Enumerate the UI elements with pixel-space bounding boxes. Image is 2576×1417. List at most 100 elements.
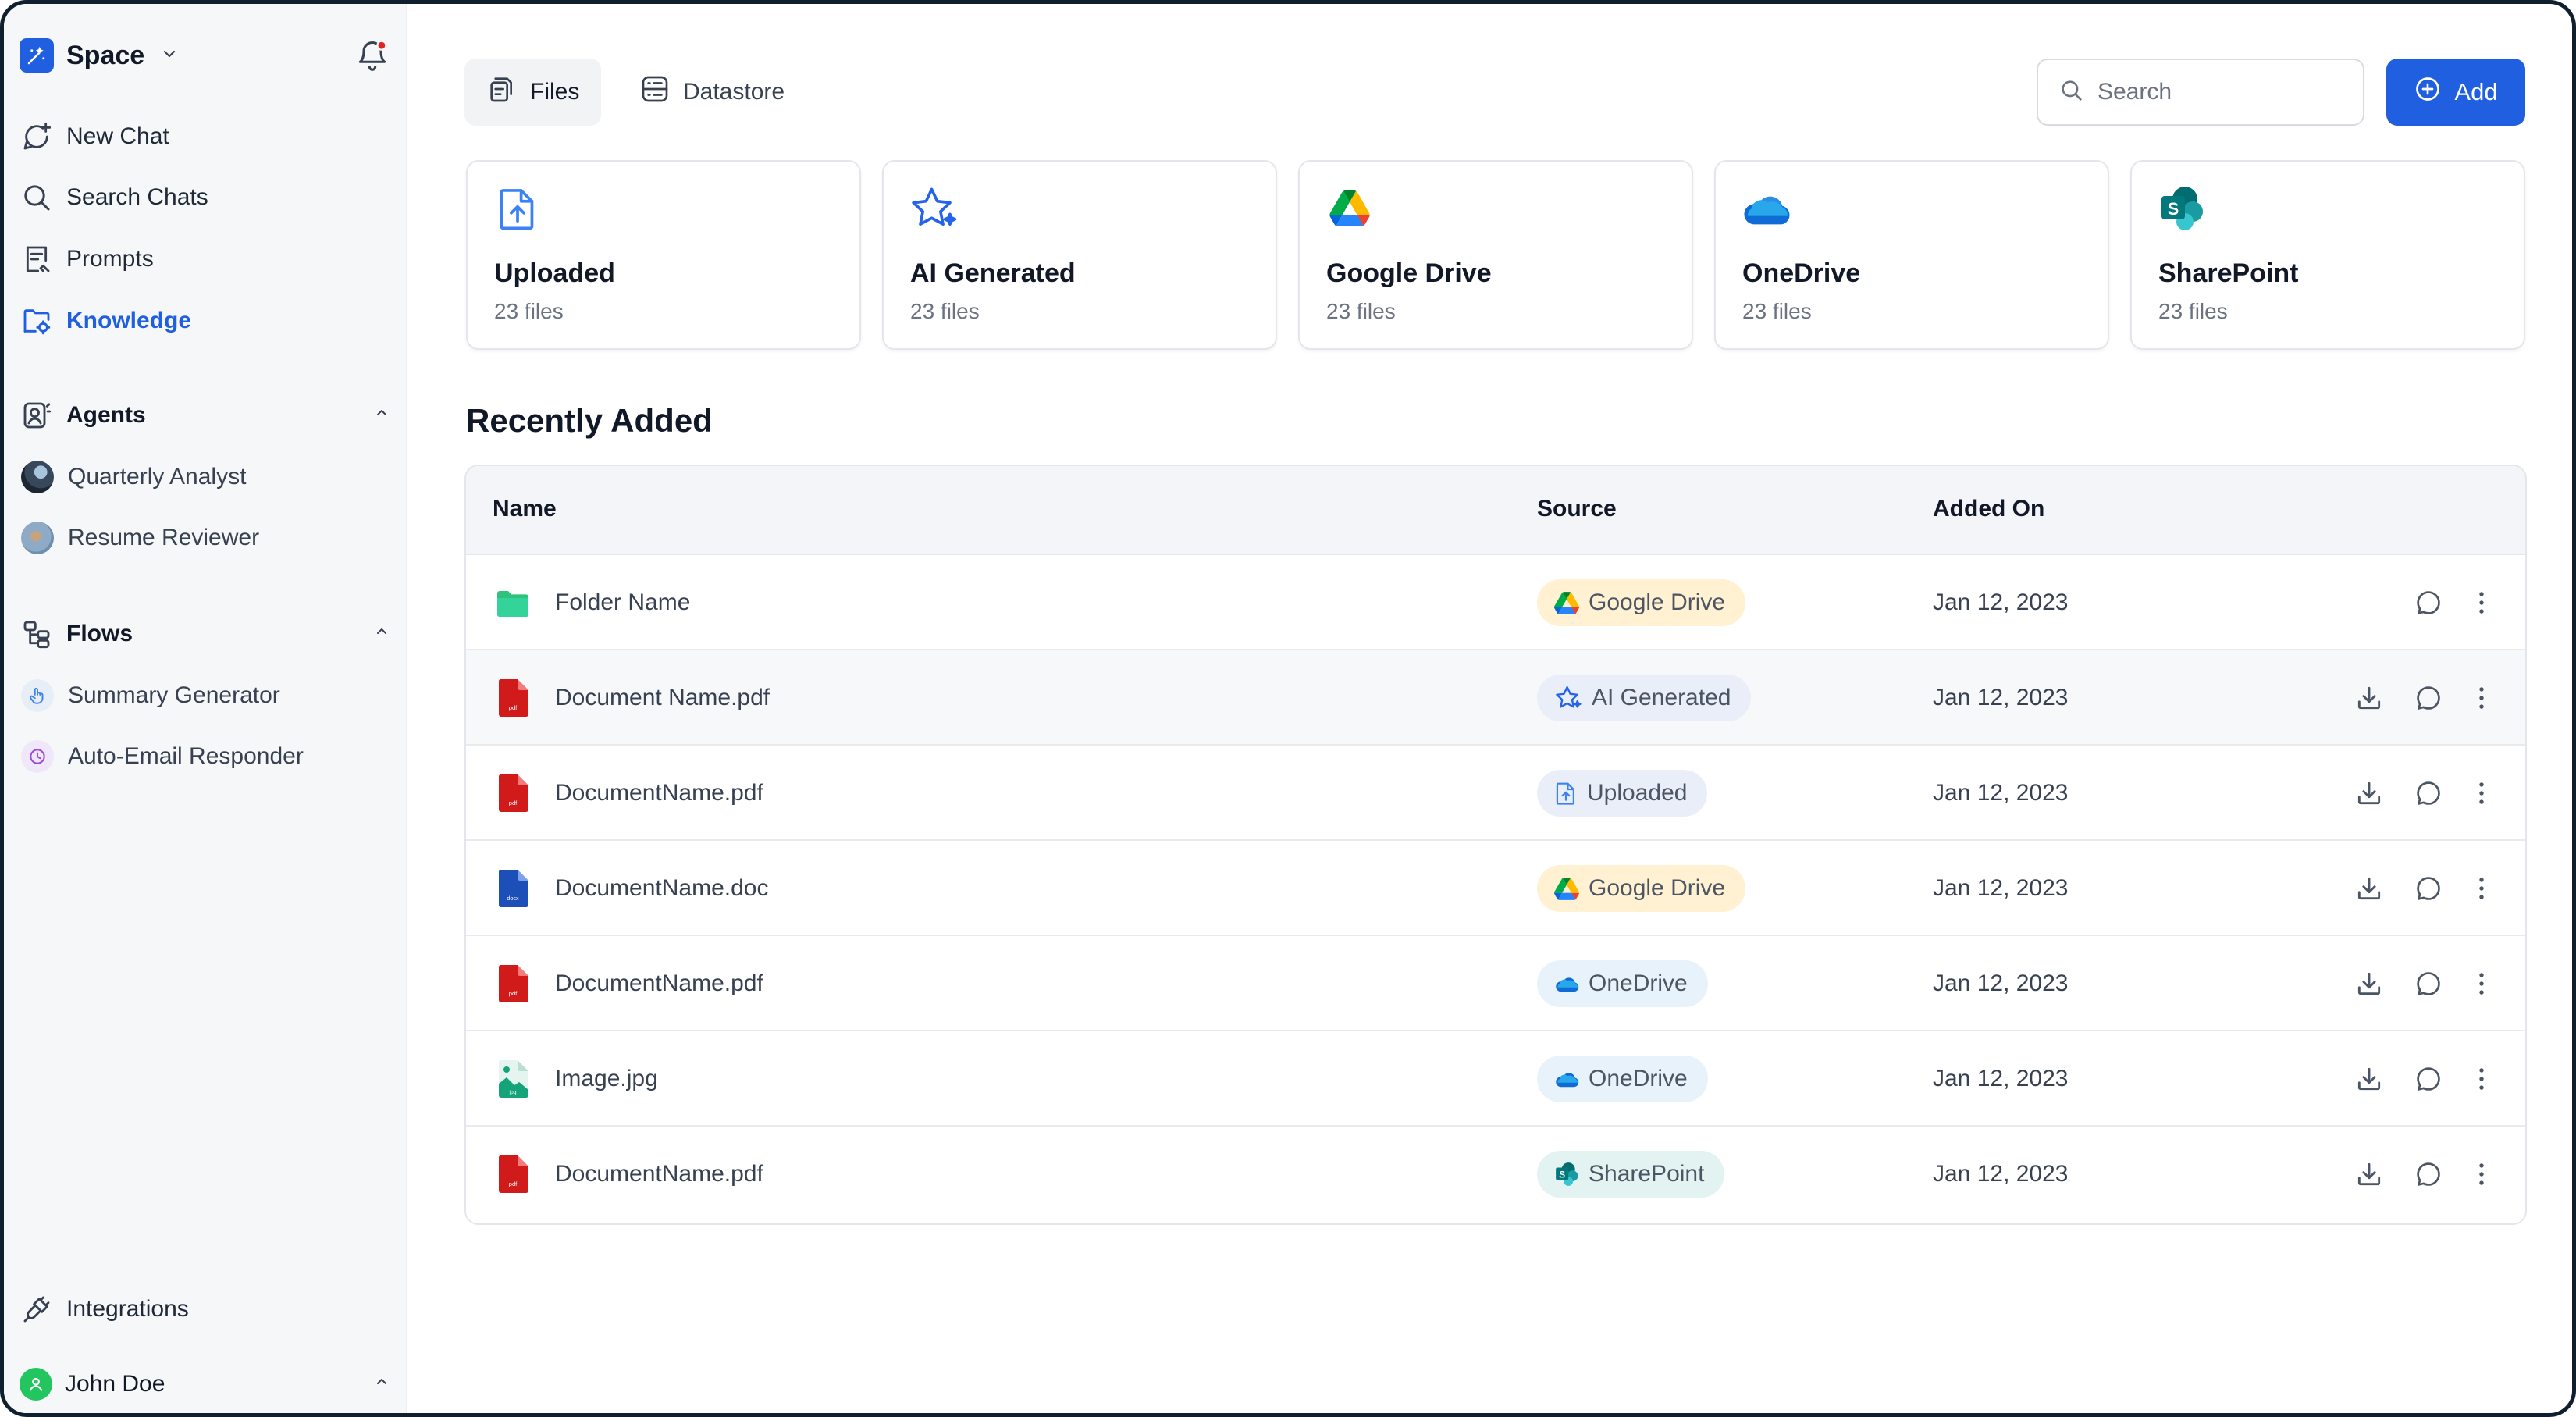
recent-files-table: Name Source Added On Folder Name Google … [464, 465, 2527, 1225]
folder-icon [496, 584, 530, 621]
notifications-button[interactable] [355, 38, 390, 73]
more-options-button[interactable] [2466, 1063, 2497, 1095]
google-drive-icon [1325, 183, 1375, 233]
table-row[interactable]: pdf DocumentName.pdf OneDrive Jan 12, 20… [466, 936, 2525, 1031]
source-card-google-drive[interactable]: Google Drive 23 files [1298, 160, 1693, 350]
source-badge: Google Drive [1537, 865, 1746, 912]
chat-button[interactable] [2413, 873, 2444, 904]
download-icon [2357, 781, 2381, 805]
download-button[interactable] [2354, 873, 2385, 904]
flow-icon [20, 617, 54, 651]
agent-item-resume-reviewer[interactable]: Resume Reviewer [21, 519, 259, 557]
more-vertical-icon [2479, 592, 2484, 614]
more-options-button[interactable] [2466, 1159, 2497, 1190]
tab-files[interactable]: Files [464, 59, 602, 126]
nav-new-chat[interactable]: New Chat [20, 118, 169, 155]
source-label: Uploaded [1587, 780, 1688, 806]
agents-section-toggle[interactable]: Agents [20, 397, 391, 434]
knowledge-icon [20, 304, 54, 338]
nav-integrations[interactable]: Integrations [20, 1291, 189, 1328]
chat-bubble-icon [2417, 877, 2440, 900]
workspace-switcher[interactable]: Space [20, 38, 179, 73]
flows-section-toggle[interactable]: Flows [20, 615, 391, 653]
add-label: Add [2454, 78, 2498, 105]
file-name: Image.jpg [555, 1066, 658, 1091]
source-title: SharePoint [2158, 258, 2299, 288]
workspace-name: Space [66, 40, 145, 70]
tab-datastore[interactable]: Datastore [617, 59, 806, 126]
chat-button[interactable] [2413, 968, 2444, 999]
chat-bubble-icon [2417, 972, 2440, 995]
column-header-source[interactable]: Source [1537, 496, 1617, 522]
more-options-button[interactable] [2466, 968, 2497, 999]
chevron-up-icon [372, 402, 391, 429]
download-button[interactable] [2354, 778, 2385, 809]
chat-bubble-icon [2417, 1162, 2440, 1186]
chat-button[interactable] [2413, 587, 2444, 618]
search-field[interactable] [2037, 59, 2364, 126]
chat-button[interactable] [2413, 682, 2444, 714]
source-card-uploaded[interactable]: Uploaded 23 files [466, 160, 861, 350]
column-header-name[interactable]: Name [493, 496, 557, 522]
search-icon [2058, 77, 2085, 108]
more-vertical-icon [2479, 1163, 2484, 1185]
flows-section-title: Flows [66, 621, 133, 646]
file-name: DocumentName.pdf [555, 780, 763, 806]
source-label: Google Drive [1589, 875, 1726, 901]
app-window: Space New Chat Search Chats Prompts Know… [0, 0, 2576, 1417]
source-card-sharepoint[interactable]: S SharePoint 23 files [2130, 160, 2525, 350]
table-row[interactable]: pdf Document Name.pdf AI Generated Jan 1… [466, 650, 2525, 746]
column-header-added-on[interactable]: Added On [1933, 496, 2044, 522]
table-row[interactable]: pdf DocumentName.pdf Uploaded Jan 12, 20… [466, 746, 2525, 841]
source-count: 23 files [910, 299, 980, 323]
source-card-onedrive[interactable]: OneDrive 23 files [1714, 160, 2109, 350]
nav-label: Integrations [66, 1296, 189, 1322]
ai-star-icon [909, 183, 959, 233]
table-row[interactable]: pdf DocumentName.pdf S SharePoint Jan 12… [466, 1127, 2525, 1222]
chevron-up-icon [372, 621, 391, 647]
nav-knowledge[interactable]: Knowledge [20, 302, 191, 340]
source-card-ai-generated[interactable]: AI Generated 23 files [882, 160, 1277, 350]
search-input[interactable] [2097, 79, 2347, 105]
download-button[interactable] [2354, 1159, 2385, 1190]
add-button[interactable]: Add [2386, 59, 2525, 126]
nav-label: New Chat [66, 123, 169, 149]
more-vertical-icon [2479, 1068, 2484, 1090]
upload-icon [1556, 782, 1574, 805]
onedrive-icon [1741, 183, 1791, 233]
table-row[interactable]: docx DocumentName.doc Google Drive Jan 1… [466, 841, 2525, 936]
source-title: Google Drive [1326, 258, 1492, 288]
nav-label: Prompts [66, 246, 154, 272]
flow-item-summary-generator[interactable]: Summary Generator [21, 677, 280, 714]
download-button[interactable] [2354, 1063, 2385, 1095]
chat-button[interactable] [2413, 1159, 2444, 1190]
more-options-button[interactable] [2466, 873, 2497, 904]
svg-text:pdf: pdf [509, 704, 518, 711]
section-title: Recently Added [466, 402, 713, 439]
tap-icon [21, 679, 54, 712]
agent-item-quarterly-analyst[interactable]: Quarterly Analyst [21, 458, 246, 496]
clock-icon [21, 740, 54, 773]
chat-button[interactable] [2413, 778, 2444, 809]
download-button[interactable] [2354, 968, 2385, 999]
tab-label: Datastore [683, 79, 785, 105]
agents-section-title: Agents [66, 402, 146, 428]
chat-button[interactable] [2413, 1063, 2444, 1095]
added-date: Jan 12, 2023 [1933, 780, 2069, 806]
more-options-button[interactable] [2466, 778, 2497, 809]
download-button[interactable] [2354, 682, 2385, 714]
more-options-button[interactable] [2466, 587, 2497, 618]
nav-search-chats[interactable]: Search Chats [20, 179, 208, 216]
added-date: Jan 12, 2023 [1933, 589, 2069, 615]
source-badge: AI Generated [1537, 675, 1752, 721]
table-row[interactable]: jpg Image.jpg OneDrive Jan 12, 2023 [466, 1031, 2525, 1127]
search-icon [20, 180, 54, 215]
flow-item-auto-email-responder[interactable]: Auto-Email Responder [21, 738, 304, 775]
nav-prompts[interactable]: Prompts [20, 240, 154, 278]
nav-label: Knowledge [66, 308, 192, 333]
table-row[interactable]: Folder Name Google Drive Jan 12, 2023 [466, 555, 2525, 650]
user-menu[interactable]: John Doe [20, 1365, 391, 1403]
more-options-button[interactable] [2466, 682, 2497, 714]
pdf-file-icon: pdf [496, 774, 530, 812]
svg-text:pdf: pdf [509, 990, 518, 997]
